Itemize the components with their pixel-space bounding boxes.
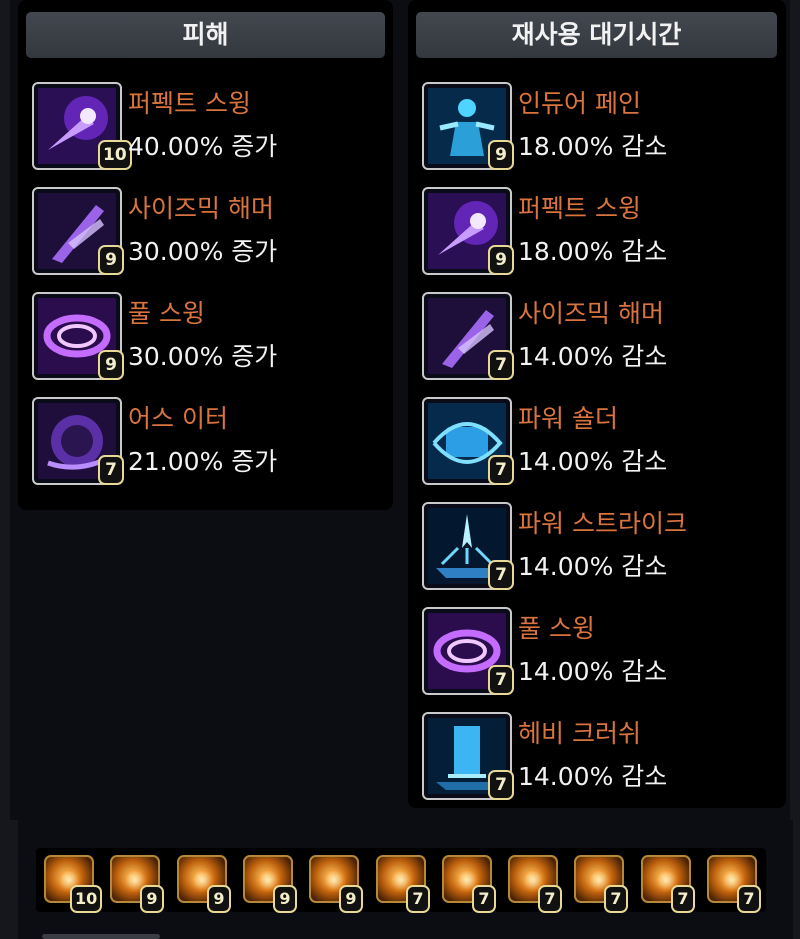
skill-level-badge: 9 xyxy=(98,245,124,275)
gem-level-badge: 10 xyxy=(70,885,103,913)
skill-level-badge: 10 xyxy=(98,140,132,170)
skill-level-badge: 9 xyxy=(98,350,124,380)
skill-level-badge: 9 xyxy=(488,140,514,170)
skill-name: 파워 스트라이크 xyxy=(518,509,687,538)
skill-level-badge: 7 xyxy=(488,560,514,590)
skill-value: 18.00% 감소 xyxy=(518,132,668,161)
skill-level-badge: 7 xyxy=(98,455,124,485)
damage-panel: 피해 10 퍼펙트 스윙 40.00% 증가 9 사이즈믹 해머 30.00% … xyxy=(18,0,393,510)
skill-name: 인듀어 페인 xyxy=(518,89,641,118)
gem-level-badge: 9 xyxy=(207,885,231,913)
gem-level-badge: 7 xyxy=(538,885,562,913)
skill-name: 사이즈믹 해머 xyxy=(518,299,664,328)
skill-name: 어스 이터 xyxy=(128,404,228,433)
skill-name: 사이즈믹 해머 xyxy=(128,194,274,223)
skill-name: 헤비 크러쉬 xyxy=(518,719,641,748)
skill-name: 퍼펙트 스윙 xyxy=(128,89,251,118)
skill-value: 18.00% 감소 xyxy=(518,237,668,266)
gem-level-badge: 9 xyxy=(140,885,164,913)
skill-value: 14.00% 감소 xyxy=(518,762,668,791)
skill-name: 풀 스윙 xyxy=(128,299,205,328)
skill-level-badge: 7 xyxy=(488,665,514,695)
gem-level-badge: 9 xyxy=(273,885,297,913)
skill-value: 40.00% 증가 xyxy=(128,132,278,161)
gem-level-badge: 9 xyxy=(339,885,363,913)
gem-level-badge: 7 xyxy=(472,885,496,913)
skill-level-badge: 9 xyxy=(488,245,514,275)
skill-name: 퍼펙트 스윙 xyxy=(518,194,641,223)
skill-value: 14.00% 감소 xyxy=(518,342,668,371)
damage-panel-title: 피해 xyxy=(26,12,385,58)
cooldown-panel-title: 재사용 대기시간 xyxy=(416,12,777,58)
skill-level-badge: 7 xyxy=(488,770,514,800)
gem-level-badge: 7 xyxy=(406,885,430,913)
skill-value: 14.00% 감소 xyxy=(518,552,668,581)
scrollbar[interactable] xyxy=(42,934,160,939)
skill-level-badge: 7 xyxy=(488,455,514,485)
skill-value: 14.00% 감소 xyxy=(518,447,668,476)
skill-value: 14.00% 감소 xyxy=(518,657,668,686)
cooldown-panel: 재사용 대기시간 9 인듀어 페인 18.00% 감소 9 퍼펙트 스윙 18.… xyxy=(408,0,786,808)
skill-level-badge: 7 xyxy=(488,350,514,380)
skill-name: 풀 스윙 xyxy=(518,614,595,643)
skill-value: 30.00% 증가 xyxy=(128,342,278,371)
skill-name: 파워 숄더 xyxy=(518,404,618,433)
skill-value: 30.00% 증가 xyxy=(128,237,278,266)
gem-level-badge: 7 xyxy=(604,885,628,913)
gem-level-badge: 7 xyxy=(737,885,761,913)
skill-value: 21.00% 증가 xyxy=(128,447,278,476)
gem-level-badge: 7 xyxy=(671,885,695,913)
